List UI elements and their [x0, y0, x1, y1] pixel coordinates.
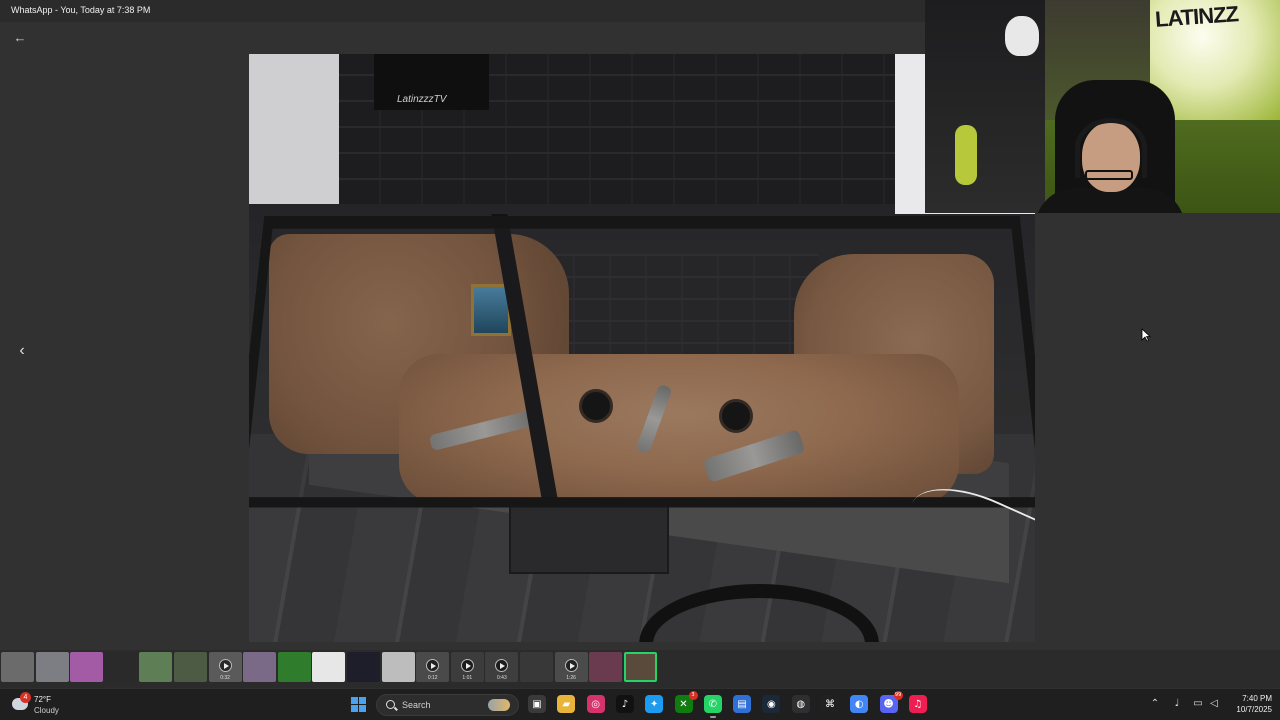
- obs-icon[interactable]: ◍: [791, 695, 810, 713]
- webcam-headset: [1075, 118, 1147, 178]
- whatsapp-icon[interactable]: ✆: [703, 695, 722, 718]
- image-thumbnail[interactable]: [35, 652, 69, 682]
- tiktok-studio-icon[interactable]: ♫: [908, 695, 927, 713]
- image-thumbnail[interactable]: [104, 652, 138, 682]
- windows-logo-icon: [359, 697, 366, 704]
- image-thumbnail[interactable]: [520, 652, 553, 682]
- discord-icon[interactable]: ☻ 99: [879, 691, 903, 713]
- play-icon: [218, 659, 232, 672]
- search-placeholder: Search: [402, 700, 431, 710]
- photo-enclosure: [249, 194, 1035, 578]
- video-thumbnail[interactable]: 1:26: [554, 652, 588, 682]
- weather-condition: Cloudy: [34, 706, 59, 715]
- file-explorer-icon[interactable]: ▰: [557, 695, 576, 713]
- clock-time: 7:40 PM: [1242, 694, 1272, 703]
- image-thumbnail[interactable]: [623, 652, 657, 682]
- previous-media-button[interactable]: ‹: [12, 340, 32, 362]
- window-title: WhatsApp - You, Today at 7:38 PM: [11, 5, 151, 15]
- video-duration: 0:12: [427, 675, 438, 681]
- image-thumbnail[interactable]: [589, 652, 623, 682]
- windows-logo-icon: [359, 705, 366, 712]
- image-thumbnail[interactable]: [347, 652, 380, 682]
- image-thumbnail[interactable]: [277, 652, 311, 682]
- video-duration: 0:43: [497, 675, 507, 681]
- image-thumbnail[interactable]: [381, 652, 415, 682]
- video-thumbnail[interactable]: 0:43: [485, 652, 519, 682]
- chrome-icon[interactable]: ◐: [850, 695, 869, 713]
- microphone-icon[interactable]: ♩: [1170, 697, 1184, 711]
- play-icon: [495, 659, 509, 672]
- media-photo: LatinzzzTV: [249, 54, 1035, 642]
- tiktok-icon[interactable]: ♪: [615, 695, 634, 713]
- network-icon[interactable]: ▭: [1191, 697, 1205, 711]
- taskbar-search[interactable]: Search: [376, 694, 519, 716]
- image-thumbnail[interactable]: [70, 652, 104, 682]
- mouse-cursor-icon: [1141, 328, 1151, 342]
- xbox-icon[interactable]: ✕ 3: [674, 691, 698, 713]
- play-icon: [564, 659, 578, 672]
- image-thumbnail[interactable]: [139, 652, 173, 682]
- webcam-figure: [955, 125, 977, 185]
- app-badge: 3: [688, 691, 698, 700]
- notification-badge: 4: [20, 692, 31, 703]
- photo-poster-text: LatinzzzTV: [397, 94, 447, 105]
- video-duration: 1:26: [566, 675, 576, 681]
- image-thumbnail[interactable]: [174, 652, 207, 682]
- windows-logo-icon: [351, 705, 358, 712]
- steam-icon[interactable]: ◉: [762, 695, 781, 713]
- start-button[interactable]: [351, 697, 368, 714]
- webcam-overlay: LATINZZ: [925, 0, 1280, 213]
- taskbar-clock[interactable]: 7:40 PM 10/7/2025: [1222, 693, 1272, 715]
- taskbar: 4 72°F Cloudy Search ▣ ▰ ◎ ♪ ✦ ✕ 3 ✆ ▤ ◉ ◍ ⌘ ◐ ☻ 99 ♫ ⌃…: [0, 688, 1280, 720]
- webcam-helmet: [1005, 16, 1039, 56]
- video-duration: 0:32: [220, 675, 230, 681]
- video-duration: 1:01: [462, 675, 473, 681]
- instagram-icon[interactable]: ◎: [586, 695, 605, 713]
- clock-date: 10/7/2025: [1236, 705, 1272, 714]
- media-thumbnail-strip: 0:32 0:12 1:01 0:43 1:26: [0, 650, 1280, 688]
- store-icon[interactable]: ▤: [733, 695, 752, 713]
- weather-temperature: 72°F: [34, 695, 51, 704]
- task-view-icon[interactable]: ▣: [528, 695, 546, 713]
- twitter-icon[interactable]: ✦: [645, 695, 664, 713]
- video-thumbnail[interactable]: 0:32: [208, 652, 242, 682]
- chevron-up-icon[interactable]: ⌃: [1148, 697, 1162, 711]
- image-thumbnail[interactable]: [1, 652, 34, 682]
- arrow-left-icon: ←: [13, 30, 27, 45]
- photo-wall-left: [249, 54, 349, 204]
- video-thumbnail[interactable]: 0:12: [416, 652, 450, 682]
- play-icon: [426, 659, 440, 672]
- video-thumbnail[interactable]: 1:01: [450, 652, 484, 682]
- image-thumbnail[interactable]: [243, 652, 277, 682]
- weather-widget[interactable]: 4 72°F Cloudy: [10, 692, 80, 718]
- volume-icon[interactable]: ◁: [1207, 697, 1221, 711]
- back-button[interactable]: ←: [10, 30, 30, 46]
- play-icon: [460, 659, 474, 672]
- enclosure-frame: [249, 216, 1035, 508]
- capcut-icon[interactable]: ⌘: [821, 695, 839, 713]
- image-thumbnail[interactable]: [312, 652, 346, 682]
- search-highlight-icon: [488, 699, 510, 711]
- active-indicator: [709, 716, 716, 718]
- app-badge: 99: [893, 691, 903, 700]
- windows-logo-icon: [351, 697, 358, 704]
- chevron-left-icon: ‹: [19, 342, 25, 359]
- search-icon: [386, 700, 395, 709]
